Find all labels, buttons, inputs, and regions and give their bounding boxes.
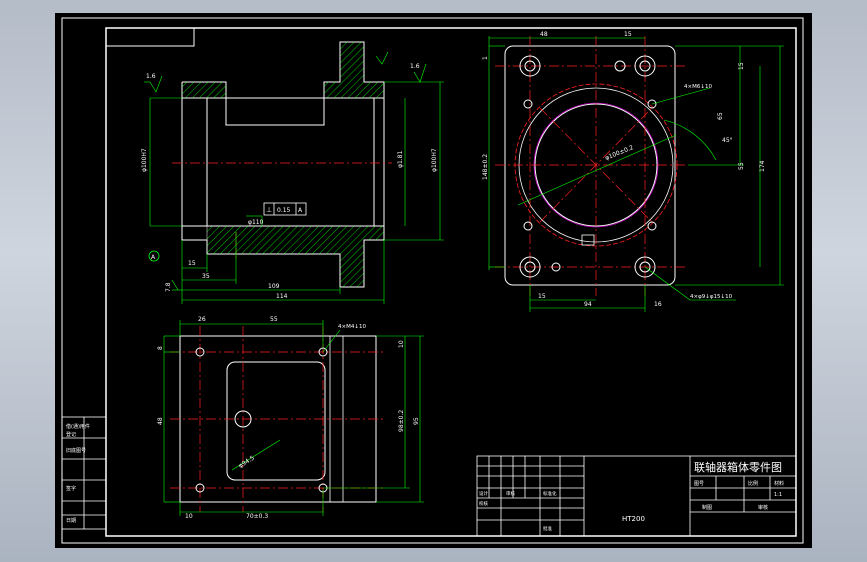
roughness-right: 1.6 xyxy=(410,63,420,70)
side-table-cell: 签字 xyxy=(66,485,76,492)
gdt-tolerance: 0.15 xyxy=(277,207,291,214)
dim-70: 70±0.3 xyxy=(246,513,268,520)
title-block-cell: 批准 xyxy=(543,525,552,532)
dim-dia-right: φ100H7 xyxy=(431,148,438,172)
dim-114: 114 xyxy=(276,293,288,300)
dim-10-right: 10 xyxy=(398,340,405,348)
dim-55: 55 xyxy=(738,162,745,170)
title-block-cell: 比例 xyxy=(748,480,758,487)
dim-98: 98±0.2 xyxy=(398,410,405,432)
dim-95: 95 xyxy=(413,417,420,425)
dim-94: 94 xyxy=(584,301,592,308)
gdt-symbol: ⊥ xyxy=(266,206,272,214)
dim-65: 65 xyxy=(717,112,724,120)
dim-16: 16 xyxy=(654,301,662,308)
dim-174: 174 xyxy=(759,160,766,172)
title-block-cell: 审核 xyxy=(758,504,768,511)
dim-15: 15 xyxy=(188,260,196,267)
dim-48: 48 xyxy=(157,417,164,425)
roughness-left: 1.6 xyxy=(146,73,156,80)
material: HT200 xyxy=(622,515,645,523)
dim-55: 55 xyxy=(270,316,278,323)
title-block-cell: 设计 xyxy=(479,490,488,497)
title-block-cell: 图号 xyxy=(694,481,704,487)
dim-35: 35 xyxy=(202,273,210,280)
title-block-cell: 审核 xyxy=(506,490,515,497)
side-table-cell: 日期 xyxy=(66,518,76,524)
dim-26: 26 xyxy=(198,316,206,323)
dim-dia-mid: φ1.81 xyxy=(397,151,404,169)
dim-109: 109 xyxy=(268,283,280,290)
title-block-cell: 材料 xyxy=(774,480,784,487)
dim-15-top: 15 xyxy=(624,31,632,38)
title-block-cell: 校核 xyxy=(479,500,488,507)
title-block-cell: 标准化 xyxy=(543,490,557,497)
bottom-hole-note: 4×M4↓10 xyxy=(338,323,366,330)
dim-height: 148±0.2 xyxy=(482,154,489,180)
dim-15-right: 15 xyxy=(738,62,745,70)
drawing-title: 联轴器箱体零件图 xyxy=(694,460,782,474)
dim-left-1: 1 xyxy=(482,56,489,60)
side-table-cell: 旧底图号 xyxy=(66,447,86,454)
dim-ra-left: 7.8 xyxy=(165,282,172,292)
cad-drawing-canvas: 借(通)用件 登记 旧底图号 签字 日期 ⊥ 0.15 A A 1.6 1.6 … xyxy=(55,13,812,548)
side-table-cell: 登记 xyxy=(66,431,76,438)
dim-dia-110: φ110 xyxy=(248,219,264,226)
hole-note: 4×M6↓10 xyxy=(684,83,712,90)
angle-45: 45° xyxy=(722,137,733,144)
dim-dia-left: φ100H7 xyxy=(141,148,148,172)
side-table-cell: 借(通)用件 xyxy=(66,423,90,430)
dim-8: 8 xyxy=(157,346,164,350)
dim-15-bottom: 15 xyxy=(538,293,546,300)
bottom-hole-note: 4×φ9↓φ15↓10 xyxy=(690,293,733,300)
scale-value: 1:1 xyxy=(774,492,782,498)
dim-10-bottom: 10 xyxy=(185,513,193,520)
dim-48: 48 xyxy=(540,31,548,38)
title-block-cell: 制图 xyxy=(702,504,712,511)
